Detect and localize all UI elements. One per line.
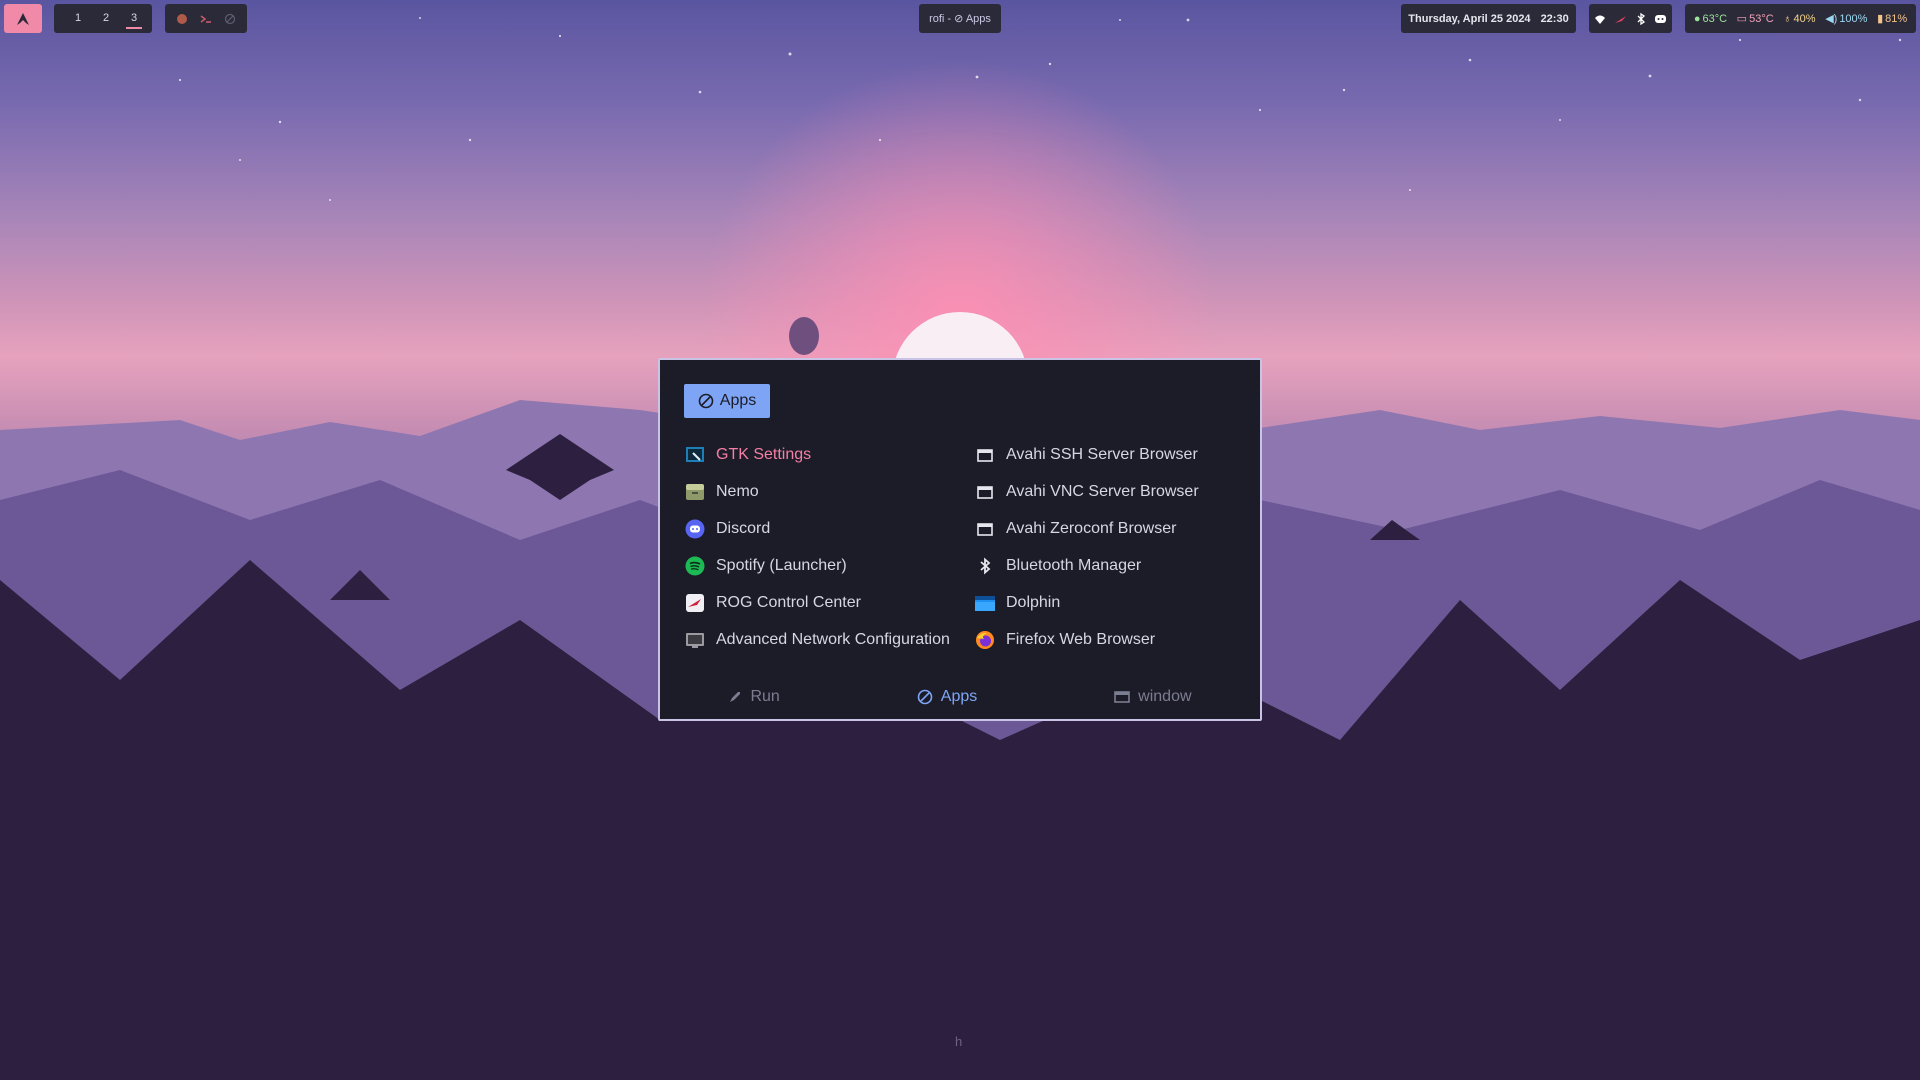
apps-icon <box>698 393 714 409</box>
list-item-firefox-web-browser[interactable]: Firefox Web Browser <box>974 621 1264 658</box>
system-stats: ● 63°C ▭ 53°C ♁ 40% ◀) 100% ▮ 81% <box>1685 4 1916 33</box>
list-item-label: Advanced Network Configuration <box>716 630 950 648</box>
window-icon <box>974 481 996 503</box>
list-item-label: GTK Settings <box>716 445 812 463</box>
list-item-label: Dolphin <box>1006 593 1061 611</box>
window-title: rofi - ⊘ Apps <box>919 4 1001 33</box>
brightness-icon: ♁ <box>1783 12 1792 25</box>
list-item-spotify[interactable]: Spotify (Launcher) <box>684 547 974 584</box>
spotify-icon <box>684 555 706 577</box>
tab-apps-label: Apps <box>940 688 978 705</box>
volume[interactable]: ◀) 100% <box>1825 12 1868 26</box>
launcher-button[interactable] <box>4 4 42 33</box>
cpu-temp: ● 63°C <box>1694 13 1727 25</box>
workspace-2[interactable]: 2 <box>92 4 120 33</box>
apps-running-icon[interactable] <box>224 13 236 25</box>
tab-window-label: window <box>1138 688 1192 705</box>
battery-value: 81% <box>1885 12 1908 25</box>
firefox-app-icon[interactable] <box>176 13 188 25</box>
volume-value: 100% <box>1839 12 1868 25</box>
list-item-label: Nemo <box>716 482 759 500</box>
mode-indicator[interactable]: Apps <box>684 384 770 418</box>
tab-window[interactable]: window <box>1114 685 1192 709</box>
list-item-label: Avahi Zeroconf Browser <box>1006 519 1177 537</box>
rog-icon <box>684 592 706 614</box>
gpu-temp-value: 53°C <box>1749 12 1774 25</box>
list-item-avahi-ssh-server-browser[interactable]: Avahi SSH Server Browser <box>974 436 1264 473</box>
list-item-bluetooth-manager[interactable]: Bluetooth Manager <box>974 547 1264 584</box>
list-item-discord[interactable]: Discord <box>684 510 974 547</box>
system-tray <box>1589 4 1672 33</box>
tab-apps[interactable]: Apps <box>917 685 977 709</box>
list-item-label: Firefox Web Browser <box>1006 630 1156 648</box>
volume-icon: ◀) <box>1825 13 1838 25</box>
list-item-label: Spotify (Launcher) <box>716 556 847 574</box>
balloon <box>789 317 819 355</box>
time-text: 22:30 <box>1540 12 1569 25</box>
moon <box>1245 152 1284 205</box>
gpu-temp: ▭ 53°C <box>1736 12 1774 26</box>
battery[interactable]: ▮ 81% <box>1877 12 1908 26</box>
firefox-icon <box>974 629 996 651</box>
window-icon <box>974 444 996 466</box>
list-item-label: Avahi SSH Server Browser <box>1006 445 1198 463</box>
bluetooth-icon <box>974 555 996 577</box>
wifi-icon[interactable] <box>1594 13 1606 25</box>
list-item-label: ROG Control Center <box>716 593 861 611</box>
bottom-text: h <box>955 1034 963 1049</box>
window-icon <box>1114 691 1130 703</box>
tab-run[interactable]: Run <box>728 685 780 709</box>
cpu-temp-value: 63°C <box>1702 12 1728 25</box>
apps-icon <box>917 689 933 705</box>
tab-run-label: Run <box>750 688 780 705</box>
terminal-app-icon[interactable] <box>200 13 212 25</box>
list-item-label: Discord <box>716 519 771 537</box>
list-item-label: Bluetooth Manager <box>1006 556 1142 574</box>
list-item-avahi-vnc-server-browser[interactable]: Avahi VNC Server Browser <box>974 473 1264 510</box>
app-list-left-column: GTK Settings Nemo Discord Spotify (Launc… <box>684 436 974 658</box>
list-item-avahi-zeroconf-browser[interactable]: Avahi Zeroconf Browser <box>974 510 1264 547</box>
brightness-value: 40% <box>1793 12 1816 25</box>
workspace-3[interactable]: 3 <box>120 4 148 33</box>
list-item-nemo[interactable]: Nemo <box>684 473 974 510</box>
rog-tray-icon[interactable] <box>1614 13 1628 25</box>
mode-label: Apps <box>719 392 757 409</box>
network-config-icon <box>684 629 706 651</box>
list-item-label: Avahi VNC Server Browser <box>1006 482 1199 500</box>
list-item-advanced-network-configuration[interactable]: Advanced Network Configuration <box>684 621 974 658</box>
discord-tray-icon[interactable] <box>1654 13 1667 25</box>
list-item-gtk-settings[interactable]: GTK Settings <box>684 436 974 473</box>
brightness[interactable]: ♁ 40% <box>1783 13 1815 25</box>
running-apps <box>165 4 247 33</box>
list-item-rog-control-center[interactable]: ROG Control Center <box>684 584 974 621</box>
clock[interactable]: Thursday, April 25 2024 22:30 <box>1401 4 1576 33</box>
dolphin-icon <box>974 592 996 614</box>
workspace-1[interactable]: 1 <box>64 4 92 33</box>
discord-icon <box>684 518 706 540</box>
battery-icon: ▮ <box>1877 13 1884 25</box>
window-icon <box>974 518 996 540</box>
mode-switcher: Run Apps window <box>660 685 1260 709</box>
app-list-right-column: Avahi SSH Server Browser Avahi VNC Serve… <box>974 436 1264 658</box>
list-item-dolphin[interactable]: Dolphin <box>974 584 1264 621</box>
workspace-switcher: 1 2 3 <box>54 4 152 33</box>
bluetooth-tray-icon[interactable] <box>1636 12 1646 25</box>
arch-logo-icon <box>17 12 29 25</box>
gpu-temp-icon: ▭ <box>1736 13 1748 25</box>
nemo-icon <box>684 481 706 503</box>
date-text: Thursday, April 25 2024 <box>1408 12 1531 25</box>
gtk-settings-icon <box>684 444 706 466</box>
rofi-launcher: Apps GTK Settings Nemo Discord Spotify (… <box>658 358 1262 721</box>
rocket-icon <box>730 692 741 702</box>
cpu-temp-icon: ● <box>1693 12 1701 25</box>
